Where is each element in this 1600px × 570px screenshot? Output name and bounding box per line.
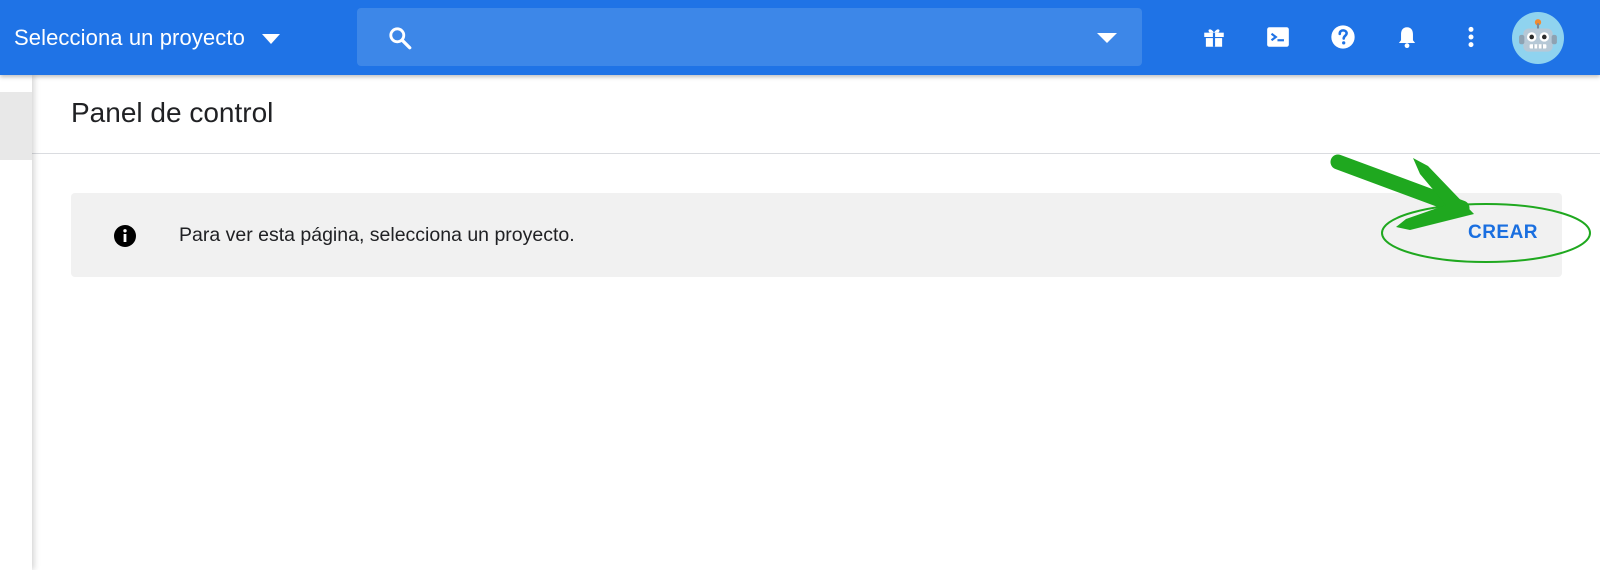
more-vert-icon[interactable] xyxy=(1456,22,1486,52)
page-header: Panel de control xyxy=(32,75,1600,154)
chevron-down-icon xyxy=(261,34,280,44)
nav-rail-item[interactable] xyxy=(0,92,32,160)
search-dropdown-icon[interactable] xyxy=(1097,33,1117,43)
robot-avatar-icon xyxy=(1519,19,1557,52)
info-icon xyxy=(114,225,136,247)
help-icon[interactable] xyxy=(1328,22,1358,52)
terminal-icon[interactable] xyxy=(1263,22,1293,52)
search-input[interactable] xyxy=(427,18,1067,56)
search-bar[interactable] xyxy=(357,8,1142,66)
notice-message: Para ver esta página, selecciona un proy… xyxy=(179,224,575,246)
project-selector[interactable]: Selecciona un proyecto xyxy=(14,22,280,54)
project-selector-label: Selecciona un proyecto xyxy=(14,25,245,50)
left-nav-rail xyxy=(0,75,32,570)
page-title: Panel de control xyxy=(71,97,274,128)
search-icon xyxy=(389,27,412,50)
gift-icon[interactable] xyxy=(1199,22,1229,52)
top-app-bar: Selecciona un proyecto xyxy=(0,0,1600,75)
notice-banner: Para ver esta página, selecciona un proy… xyxy=(71,193,1562,277)
avatar[interactable] xyxy=(1512,12,1564,64)
create-button[interactable]: CREAR xyxy=(1455,213,1551,253)
notifications-icon[interactable] xyxy=(1392,22,1422,52)
